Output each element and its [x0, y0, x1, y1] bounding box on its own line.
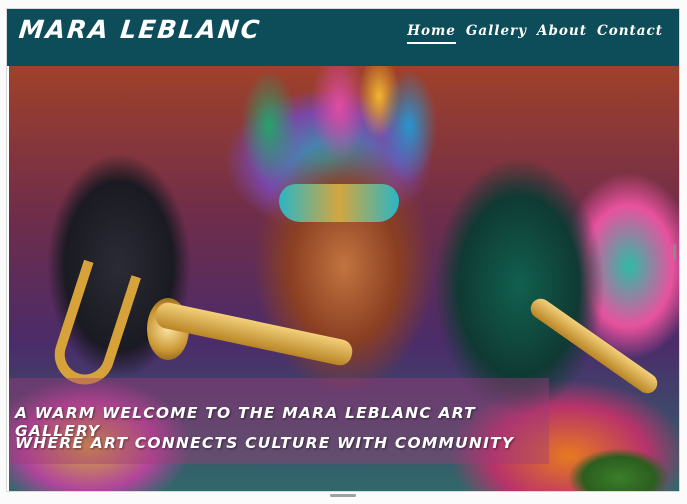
saxophone-art: [46, 259, 142, 393]
browser-viewport: MARA LEBLANC Home Gallery About Contact …: [6, 8, 680, 492]
hero-tagline-text: WHERE ART CONNECTS CULTURE WITH COMMUNIT…: [15, 434, 515, 452]
nav-home[interactable]: Home: [407, 23, 456, 44]
potted-plant-art: [559, 438, 679, 491]
main-nav: Home Gallery About Contact: [407, 23, 663, 44]
hero-caption: A WARM WELCOME TO THE MARA LEBLANC ART G…: [9, 378, 549, 464]
nav-about[interactable]: About: [537, 23, 587, 44]
resize-handle[interactable]: [330, 494, 356, 497]
site-logo[interactable]: MARA LEBLANC: [17, 15, 262, 44]
nav-gallery[interactable]: Gallery: [466, 23, 527, 44]
vertical-scrollbar[interactable]: [673, 244, 676, 260]
hero-mural-image: A WARM WELCOME TO THE MARA LEBLANC ART G…: [9, 66, 679, 491]
site-header: MARA LEBLANC Home Gallery About Contact: [7, 9, 679, 66]
feather-headdress-art: [229, 66, 459, 186]
masquerade-mask-art: [279, 184, 399, 222]
nav-contact[interactable]: Contact: [597, 23, 663, 44]
